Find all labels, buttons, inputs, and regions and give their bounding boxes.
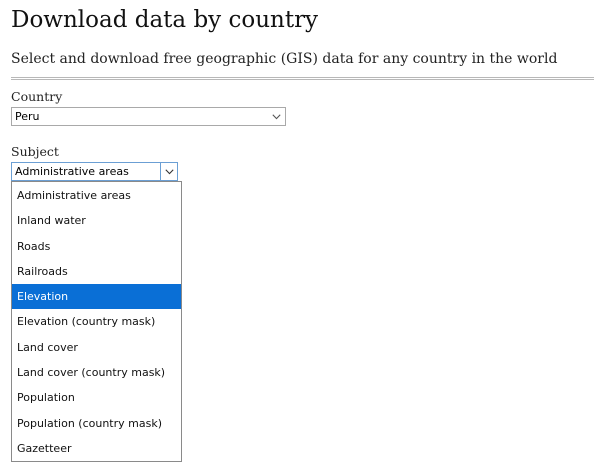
subject-select[interactable]: Administrative areas xyxy=(11,162,178,181)
subject-option[interactable]: Administrative areas xyxy=(12,183,181,208)
subject-option[interactable]: Population (country mask) xyxy=(12,411,181,436)
subject-label: Subject xyxy=(11,144,59,159)
subject-option[interactable]: Elevation (country mask) xyxy=(12,309,181,334)
page-subtitle: Select and download free geographic (GIS… xyxy=(11,51,558,67)
subject-option[interactable]: Land cover xyxy=(12,335,181,360)
subject-option[interactable]: Land cover (country mask) xyxy=(12,360,181,385)
subject-option[interactable]: Elevation xyxy=(12,284,181,310)
chevron-down-icon[interactable] xyxy=(160,163,177,180)
country-label: Country xyxy=(11,89,63,104)
header-divider xyxy=(11,77,594,80)
subject-option[interactable]: Inland water xyxy=(12,208,181,233)
subject-option[interactable]: Gazetteer xyxy=(12,436,181,461)
subject-select-value: Administrative areas xyxy=(15,165,129,178)
chevron-down-icon xyxy=(268,108,285,125)
country-select[interactable]: Peru xyxy=(11,107,286,126)
subject-option[interactable]: Population xyxy=(12,385,181,410)
page-title: Download data by country xyxy=(11,7,319,33)
subject-option[interactable]: Roads xyxy=(12,234,181,259)
subject-dropdown-list[interactable]: Administrative areas Inland water Roads … xyxy=(11,181,182,463)
subject-option[interactable]: Railroads xyxy=(12,259,181,284)
country-select-value: Peru xyxy=(15,110,40,123)
